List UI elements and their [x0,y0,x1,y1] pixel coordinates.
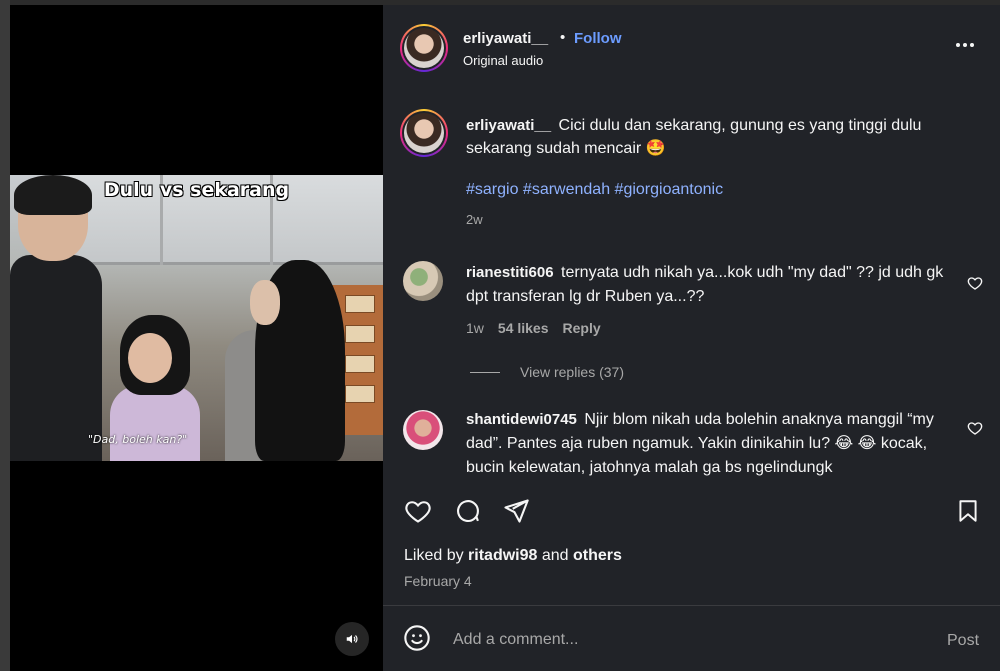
video-subtitle: "Dad, boleh kan?" [88,433,188,446]
view-replies-line [470,371,500,373]
separator-dot: • [560,29,566,46]
liked-by-user[interactable]: ritadwi98 [468,547,537,564]
comment-likes[interactable]: 54 likes [498,320,549,336]
bookmark-icon [959,500,977,522]
comment-text-block: shantidewi0745 Njir blom nikah uda boleh… [466,408,951,480]
video-player[interactable]: Dulu vs sekarang "Dad, boleh kan?" [10,5,383,671]
video-overlay-title: Dulu vs sekarang [103,179,290,201]
commenter-avatar[interactable] [403,410,443,450]
author-username[interactable]: erliyawati__ [463,30,548,47]
post-header: erliyawati__ • Follow Original audio [383,5,1000,83]
commenter-avatar[interactable] [403,261,443,301]
comment-like-button[interactable] [967,420,983,436]
reply-button[interactable]: Reply [563,320,601,336]
post-panel: erliyawati__ • Follow Original audio erl… [383,5,1000,671]
emoji-button[interactable] [403,624,433,654]
mute-button[interactable] [335,622,369,656]
comment-meta: 1w 54 likes Reply [466,320,601,336]
comment-time[interactable]: 1w [466,320,484,336]
scene-woman [225,260,365,461]
liked-by-prefix: Liked by [404,547,464,564]
backdrop-strip [0,0,10,671]
caption-text-block: erliyawati__ Cici dulu dan sekarang, gun… [466,114,971,160]
liked-by-line: Liked by ritadwi98 and others [404,547,622,565]
comment-input[interactable] [453,627,913,653]
share-button[interactable] [501,496,531,526]
comment-text-block: rianestiti606 ternyata udh nikah ya...ko… [466,261,951,309]
scene-woman-face [250,280,280,325]
scene-man-body [10,255,102,461]
liked-by-others[interactable]: others [573,547,622,564]
like-button[interactable] [403,496,433,526]
view-replies-label: View replies (37) [520,364,625,380]
more-dot [970,43,974,47]
commenter-username[interactable]: shantidewi0745 [466,411,577,428]
comments-scroll-area[interactable]: erliyawati__ Cici dulu dan sekarang, gun… [383,83,1000,480]
more-options-button[interactable] [953,35,977,55]
caption-avatar-inner [402,111,446,155]
send-icon [504,499,529,523]
heart-outline-icon [967,422,983,435]
liked-by-and: and [541,547,569,564]
video-frame[interactable]: Dulu vs sekarang "Dad, boleh kan?" [10,175,383,461]
caption-avatar-image [404,113,444,153]
author-avatar-inner [402,26,446,70]
scene-girl-body [110,385,200,461]
comment-bubble-icon [457,500,479,523]
post-actions-bar: Liked by ritadwi98 and others February 4 [383,480,1000,605]
scene-girl-face [128,333,172,383]
caption-avatar[interactable] [400,109,448,157]
caption-hashtags[interactable]: #sargio #sarwendah #giorgioantonic [466,181,723,199]
post-comment-button[interactable]: Post [947,632,979,650]
heart-outline-icon [967,277,983,290]
post-date[interactable]: February 4 [404,573,472,589]
emoji-icon [404,625,430,651]
comment-like-button[interactable] [967,275,983,291]
caption-username[interactable]: erliyawati__ [466,117,551,134]
follow-button[interactable]: Follow [574,30,622,47]
caption-time[interactable]: 2w [466,212,483,227]
audio-label[interactable]: Original audio [463,53,543,68]
save-button[interactable] [953,496,983,526]
comment-button[interactable] [453,496,483,526]
view-replies-button[interactable]: View replies (37) [470,364,624,380]
comment-composer: Post [383,605,1000,671]
speaker-icon [346,634,358,644]
author-avatar-image [404,28,444,68]
author-avatar[interactable] [400,24,448,72]
heart-icon [405,501,431,523]
commenter-username[interactable]: rianestiti606 [466,264,554,281]
more-dot [963,43,967,47]
more-dot [956,43,960,47]
